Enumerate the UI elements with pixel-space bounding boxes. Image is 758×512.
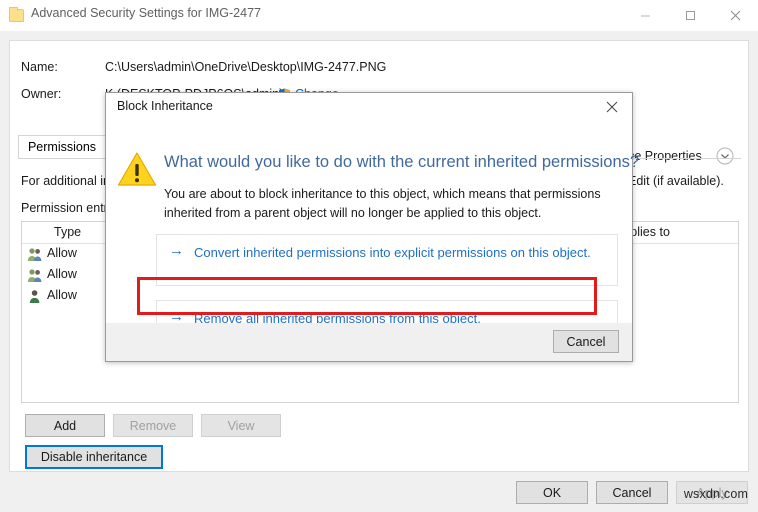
window-controls — [623, 0, 758, 31]
dialog-cancel-button[interactable]: Cancel — [553, 330, 619, 353]
name-value: C:\Users\admin\OneDrive\Desktop\IMG-2477… — [105, 60, 387, 74]
dialog-body: What would you like to do with the curre… — [106, 120, 639, 335]
users-icon — [27, 247, 43, 262]
owner-label: Owner: — [21, 87, 62, 101]
option-convert-label: Convert inherited permissions into expli… — [194, 245, 591, 260]
close-button[interactable] — [713, 0, 758, 31]
users-icon — [27, 268, 43, 283]
block-inheritance-dialog: Block Inheritance What would you like to… — [105, 92, 639, 362]
arrow-right-icon: → — [169, 242, 184, 259]
option-convert-inherited-permissions[interactable]: → Convert inherited permissions into exp… — [156, 234, 618, 286]
cell-type: Allow — [47, 246, 77, 260]
additional-info-text-right: Edit (if available). — [628, 174, 724, 188]
dialog-title: Block Inheritance — [117, 99, 213, 113]
additional-info-text: For additional inf — [21, 174, 114, 188]
dialog-title-bar: Block Inheritance — [106, 93, 632, 120]
cancel-button[interactable]: Cancel — [596, 481, 668, 504]
ok-button[interactable]: OK — [516, 481, 588, 504]
disable-inheritance-button[interactable]: Disable inheritance — [25, 445, 163, 469]
name-label: Name: — [21, 60, 58, 74]
cell-type: Allow — [47, 267, 77, 281]
tab-permissions[interactable]: Permissions — [18, 135, 106, 159]
maximize-button[interactable] — [668, 0, 713, 31]
view-button: View — [201, 414, 281, 437]
user-icon — [27, 289, 43, 304]
window-title: Advanced Security Settings for IMG-2477 — [31, 6, 261, 20]
watermark: wsxdn.com — [683, 487, 749, 501]
title-bar: Advanced Security Settings for IMG-2477 — [0, 0, 758, 31]
warning-triangle-icon — [117, 151, 157, 187]
remove-button: Remove — [113, 414, 193, 437]
arrow-right-icon: → — [169, 308, 184, 325]
column-header-type: Type — [54, 225, 82, 239]
dialog-description: You are about to block inheritance to th… — [164, 187, 601, 220]
dialog-heading: What would you like to do with the curre… — [164, 153, 640, 171]
tab-permissions-label: Permissions — [27, 140, 97, 154]
folder-icon — [9, 7, 25, 23]
minimize-button[interactable] — [623, 0, 668, 31]
advanced-security-settings-window: Advanced Security Settings for IMG-2477 … — [0, 0, 758, 512]
add-button[interactable]: Add — [25, 414, 105, 437]
close-icon[interactable] — [592, 93, 632, 120]
window-footer: OK Cancel Apply — [0, 472, 758, 512]
cell-type: Allow — [47, 288, 77, 302]
dialog-footer: Cancel — [106, 323, 632, 361]
